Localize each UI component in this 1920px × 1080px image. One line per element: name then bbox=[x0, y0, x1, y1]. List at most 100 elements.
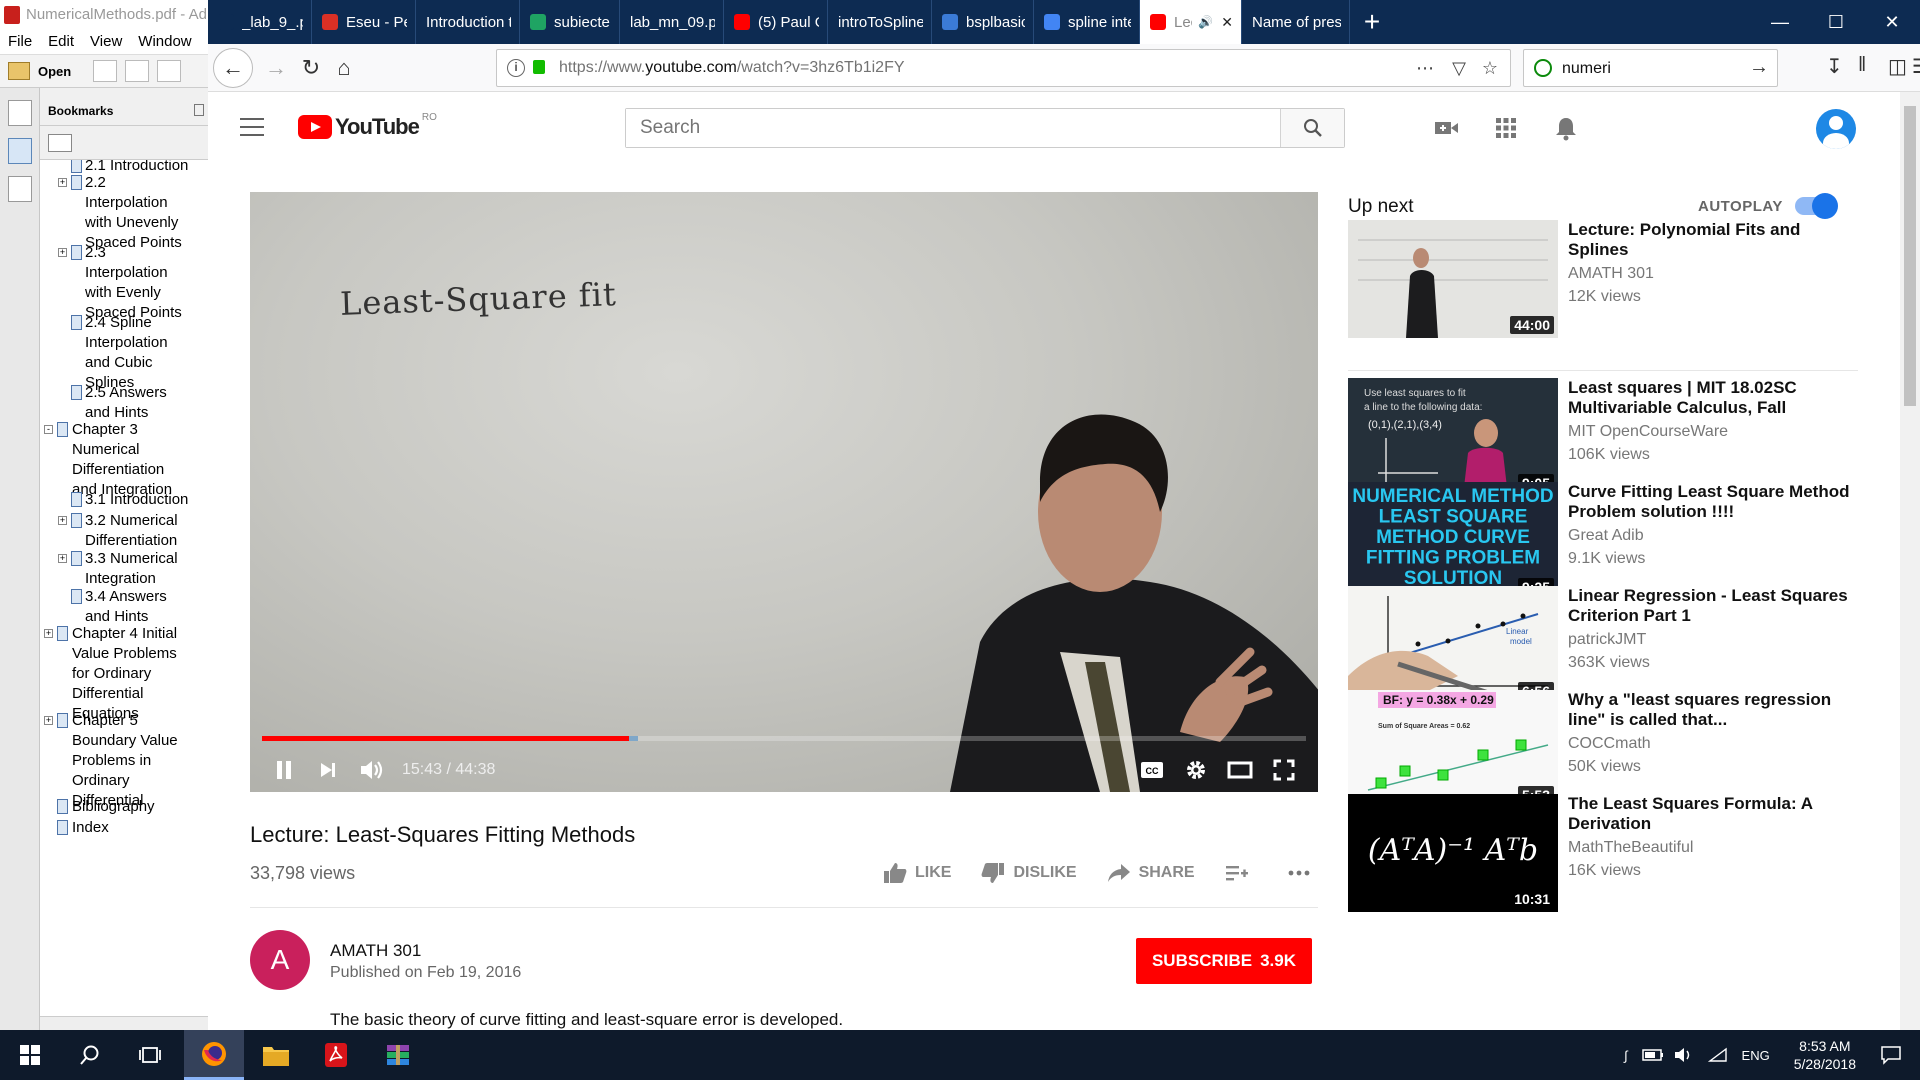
add-to-playlist-button[interactable] bbox=[1225, 863, 1257, 883]
acrobat-taskbar-button[interactable] bbox=[306, 1030, 366, 1080]
apps-grid-icon[interactable] bbox=[1492, 114, 1520, 142]
video-thumbnail[interactable]: NUMERICAL METHOD LEAST SQUARE METHOD CURVE… bbox=[1348, 482, 1558, 600]
recommendation-channel[interactable]: Great Adib bbox=[1568, 527, 1644, 545]
page-scrollbar[interactable] bbox=[1900, 92, 1920, 1030]
recommendation-title[interactable]: Least squares | MIT 18.02SC Multivariabl… bbox=[1568, 378, 1858, 418]
wifi-icon[interactable] bbox=[1707, 1047, 1728, 1063]
menu-icon[interactable]: ☰ bbox=[1912, 54, 1920, 79]
bookmark-item[interactable]: - Chapter 3 Numerical Differentiation and In… bbox=[40, 420, 208, 500]
browser-tab[interactable]: lab_mn_09.pdf bbox=[620, 0, 724, 44]
video-thumbnail[interactable]: Use least squares to fit a line to the fo… bbox=[1348, 378, 1558, 496]
close-window-icon[interactable]: ✕ bbox=[1864, 0, 1920, 44]
recommendation-item[interactable]: Linearmodel6:56Linear Regression - Least… bbox=[1348, 586, 1868, 706]
print-icon[interactable] bbox=[125, 60, 150, 82]
recommendation-title[interactable]: Lecture: Polynomial Fits and Splines bbox=[1568, 220, 1858, 260]
firefox-taskbar-button[interactable] bbox=[184, 1030, 244, 1080]
theater-mode-button[interactable] bbox=[1218, 748, 1262, 792]
youtube-logo[interactable]: YouTube RO bbox=[298, 112, 437, 140]
search-query[interactable]: numeri bbox=[1562, 60, 1611, 78]
more-actions-button[interactable] bbox=[1287, 869, 1319, 877]
captions-button[interactable]: CC bbox=[1130, 748, 1174, 792]
bookmark-item[interactable]: Bibliography bbox=[40, 797, 208, 817]
bookmark-item[interactable]: + Chapter 5 Boundary Value Problems in Ordin… bbox=[40, 711, 208, 811]
language-indicator[interactable]: ENG bbox=[1742, 1048, 1770, 1063]
bookmark-star-icon[interactable]: ☆ bbox=[1482, 58, 1498, 79]
expand-toggle-icon[interactable]: + bbox=[58, 516, 67, 525]
bookmark-item[interactable]: +2.3 Interpolation with Evenly Spaced Point… bbox=[40, 243, 208, 323]
reload-icon[interactable]: ↻ bbox=[293, 50, 329, 86]
subscribe-button[interactable]: SUBSCRIBE 3.9K bbox=[1136, 938, 1312, 984]
expand-toggle-icon[interactable]: + bbox=[58, 178, 67, 187]
browser-tab[interactable]: (5) Paul Gill bbox=[724, 0, 828, 44]
browser-tab[interactable]: Introduction to bbox=[416, 0, 520, 44]
bookmark-panel-icon[interactable] bbox=[8, 138, 32, 164]
action-center-icon[interactable] bbox=[1880, 1045, 1902, 1065]
account-avatar[interactable] bbox=[1816, 109, 1856, 149]
recommendation-item[interactable]: Use least squares to fit a line to the fo… bbox=[1348, 378, 1868, 498]
settings-button[interactable] bbox=[1174, 748, 1218, 792]
url-text[interactable]: https://www.youtube.com/watch?v=3hz6Tb1i… bbox=[559, 59, 905, 77]
recommendation-title[interactable]: The Least Squares Formula: A Derivation bbox=[1568, 794, 1858, 834]
recommendation-item[interactable]: NUMERICAL METHOD LEAST SQUARE METHOD CURVE… bbox=[1348, 482, 1868, 602]
search-taskbar-button[interactable] bbox=[60, 1030, 120, 1080]
bookmark-item[interactable]: +3.3 Numerical Integration bbox=[40, 549, 208, 589]
expand-toggle-icon[interactable]: - bbox=[44, 425, 53, 434]
recommendation-item[interactable]: 44:00 Lecture: Polynomial Fits and Spline… bbox=[1348, 220, 1868, 340]
menu-file[interactable]: File bbox=[0, 33, 40, 50]
autoplay-toggle[interactable] bbox=[1795, 193, 1838, 219]
page-actions-icon[interactable]: ⋯ bbox=[1416, 58, 1434, 79]
recommendation-title[interactable]: Why a "least squares regression line" is… bbox=[1568, 690, 1858, 730]
youtube-search-button[interactable] bbox=[1280, 109, 1344, 147]
download-icon[interactable]: ↧ bbox=[1826, 54, 1843, 79]
search-engine-icon[interactable] bbox=[1534, 59, 1552, 77]
options-menu-icon[interactable] bbox=[48, 134, 72, 152]
bookmark-item[interactable]: + Chapter 4 Initial Value Problems for Ordi… bbox=[40, 624, 208, 724]
winrar-taskbar-button[interactable] bbox=[368, 1030, 428, 1080]
like-button[interactable]: LIKE bbox=[883, 862, 951, 884]
video-player[interactable]: Least-Square fit 15:43 / 44:38 CC bbox=[250, 192, 1318, 792]
bluetooth-icon[interactable]: ∫ bbox=[1624, 1048, 1628, 1063]
new-tab-button[interactable]: + bbox=[1350, 0, 1394, 44]
attachment-icon[interactable] bbox=[8, 176, 32, 202]
maximize-icon[interactable]: ☐ bbox=[1808, 0, 1864, 44]
search-bar[interactable]: numeri → bbox=[1523, 49, 1778, 87]
browser-tab[interactable]: bsplbasic.p bbox=[932, 0, 1034, 44]
browser-tab[interactable]: Eseu - Peda bbox=[312, 0, 416, 44]
tab-audio-icon[interactable]: 🔊 bbox=[1198, 15, 1213, 29]
scrollbar-thumb[interactable] bbox=[1904, 106, 1916, 406]
channel-name[interactable]: AMATH 301 bbox=[330, 941, 421, 961]
clock[interactable]: 8:53 AM 5/28/2018 bbox=[1794, 1037, 1856, 1073]
search-go-icon[interactable]: → bbox=[1749, 56, 1769, 79]
library-icon[interactable]: ‖ bbox=[1858, 54, 1866, 77]
forward-icon[interactable]: → bbox=[258, 50, 294, 86]
bookmark-item[interactable]: 2.4 Spline Interpolation and Cubic Splines bbox=[40, 313, 208, 393]
speaker-icon[interactable] bbox=[1674, 1047, 1694, 1063]
bookmark-item[interactable]: 3.1 Introduction bbox=[40, 490, 208, 510]
share-button[interactable]: SHARE bbox=[1107, 863, 1195, 883]
browser-tab[interactable]: subiecte - G bbox=[520, 0, 620, 44]
home-icon[interactable]: ⌂ bbox=[326, 50, 362, 86]
open-button[interactable]: Open bbox=[38, 64, 71, 79]
fullscreen-button[interactable] bbox=[1262, 748, 1306, 792]
progress-bar[interactable] bbox=[262, 736, 1306, 741]
browser-tab[interactable]: _lab_9_.pdf bbox=[208, 0, 312, 44]
create-video-icon[interactable] bbox=[1432, 114, 1460, 142]
task-view-button[interactable] bbox=[120, 1030, 180, 1080]
bookmark-item[interactable]: Index bbox=[40, 818, 208, 838]
recommendation-item[interactable]: BF: y = 0.38x + 0.29 Sum of Square Areas … bbox=[1348, 690, 1868, 810]
expand-toggle-icon[interactable]: + bbox=[44, 629, 53, 638]
pages-icon[interactable] bbox=[8, 100, 32, 126]
recommendation-channel[interactable]: COCCmath bbox=[1568, 735, 1651, 753]
notifications-bell-icon[interactable] bbox=[1552, 114, 1580, 142]
recommendation-channel[interactable]: MIT OpenCourseWare bbox=[1568, 423, 1728, 441]
browser-tab[interactable]: spline inter bbox=[1034, 0, 1140, 44]
recommendation-title[interactable]: Linear Regression - Least Squares Criter… bbox=[1568, 586, 1858, 626]
bookmark-item[interactable]: +3.2 Numerical Differentiation bbox=[40, 511, 208, 551]
battery-icon[interactable] bbox=[1641, 1049, 1664, 1061]
recommendation-title[interactable]: Curve Fitting Least Square Method Proble… bbox=[1568, 482, 1858, 522]
pause-button[interactable] bbox=[262, 748, 306, 792]
create-pdf-icon[interactable] bbox=[93, 60, 118, 82]
edit-icon[interactable] bbox=[157, 60, 182, 82]
tab-close-icon[interactable]: ✕ bbox=[1221, 14, 1233, 31]
start-button[interactable] bbox=[0, 1030, 60, 1080]
